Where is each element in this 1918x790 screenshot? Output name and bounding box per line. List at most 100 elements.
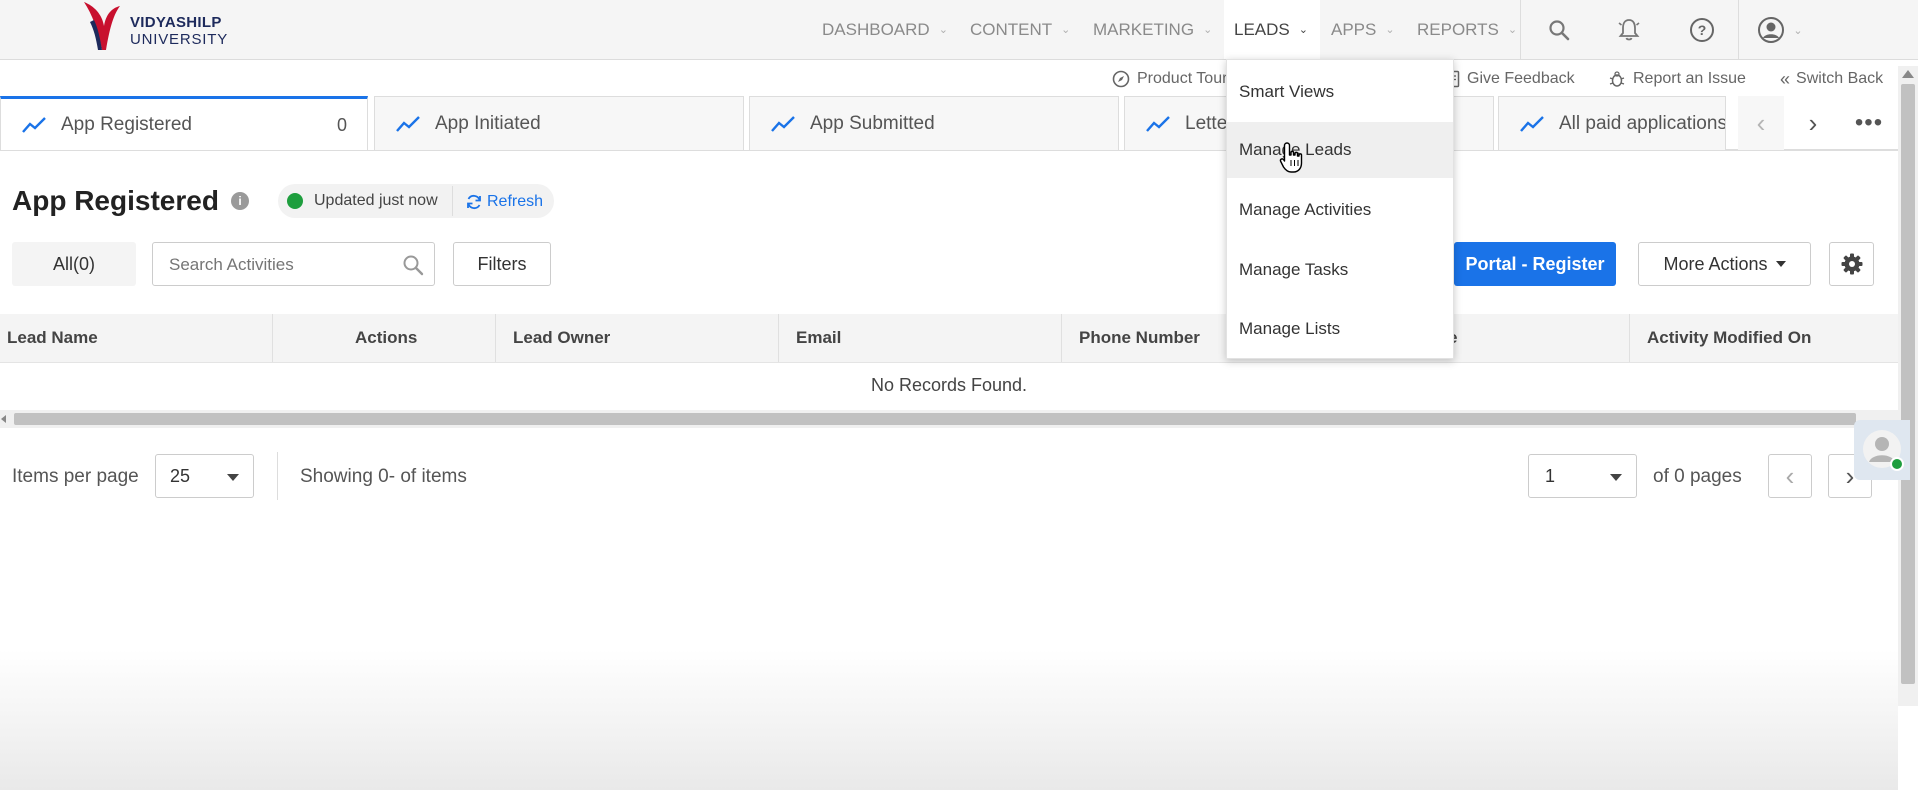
column-header-email[interactable]: Email: [796, 314, 841, 362]
notifications-button[interactable]: [1609, 10, 1649, 50]
page-select[interactable]: 1: [1528, 454, 1637, 498]
nav-content-label: CONTENT: [970, 19, 1053, 39]
tab-all-paid-applications[interactable]: All paid applications: [1498, 96, 1726, 150]
column-header-activity-modified-on[interactable]: Activity Modified On: [1647, 314, 1811, 362]
chat-agent-widget[interactable]: [1854, 420, 1910, 480]
tab-label: App Initiated: [435, 112, 541, 134]
switch-back-label: Switch Back: [1796, 70, 1884, 87]
info-icon[interactable]: i: [231, 192, 249, 210]
brand-line-1: VIDYASHILP: [130, 14, 222, 31]
bug-icon: [1609, 71, 1625, 87]
nav-marketing-label: MARKETING: [1093, 19, 1195, 39]
help-button[interactable]: ?: [1682, 10, 1722, 50]
help-icon: ?: [1690, 18, 1714, 42]
column-separator: [778, 314, 779, 362]
chevron-right-icon: ›: [1808, 107, 1818, 138]
filters-button[interactable]: Filters: [453, 242, 551, 286]
page-scrollbar[interactable]: [1898, 66, 1918, 706]
more-actions-label: More Actions: [1663, 253, 1768, 274]
status-text: Updated just now: [314, 192, 438, 209]
nav-apps[interactable]: APPS ⌄: [1331, 0, 1395, 59]
tab-app-registered[interactable]: App Registered 0: [0, 96, 368, 150]
menu-item-manage-tasks[interactable]: Manage Tasks: [1227, 242, 1453, 298]
tab-label: App Submitted: [810, 112, 935, 134]
all-filter-button[interactable]: All(0): [12, 242, 136, 286]
nav-divider: [1520, 0, 1521, 59]
give-feedback-link[interactable]: Give Feedback: [1446, 66, 1575, 92]
portal-register-button[interactable]: Portal - Register: [1454, 242, 1616, 286]
page-select-value: 1: [1545, 465, 1556, 486]
tab-label: All paid applications: [1559, 112, 1726, 134]
menu-item-smart-views[interactable]: Smart Views: [1227, 64, 1453, 120]
scrollbar-thumb[interactable]: [14, 413, 1856, 425]
column-header-lead-owner[interactable]: Lead Owner: [513, 314, 610, 362]
nav-content[interactable]: CONTENT ⌄: [970, 0, 1070, 59]
page-count-text: of 0 pages: [1653, 466, 1742, 487]
column-header-lead-name[interactable]: Lead Name: [7, 314, 98, 362]
report-issue-link[interactable]: Report an Issue: [1608, 66, 1746, 92]
trend-line-icon: [22, 116, 46, 133]
pagination-divider: [277, 452, 278, 500]
column-header-actions[interactable]: Actions: [355, 314, 417, 362]
scroll-left-icon: [1, 415, 6, 423]
nav-apps-label: APPS: [1331, 19, 1377, 39]
chevron-down-icon: ⌄: [1507, 24, 1518, 36]
tab-app-submitted[interactable]: App Submitted: [749, 96, 1119, 150]
search-button[interactable]: [1539, 10, 1579, 50]
tab-bar-bottom-border: [0, 150, 1898, 151]
items-per-page-select[interactable]: 25: [155, 454, 254, 498]
nav-reports[interactable]: REPORTS ⌄: [1417, 0, 1517, 59]
column-separator: [1629, 314, 1630, 362]
hand-cursor-icon: [1279, 142, 1303, 173]
menu-item-manage-activities[interactable]: Manage Activities: [1227, 182, 1453, 238]
trend-line-icon: [1520, 115, 1544, 132]
tab-prev-button[interactable]: ‹: [1738, 96, 1784, 150]
trend-line-icon: [396, 115, 420, 132]
column-separator: [495, 314, 496, 362]
nav-dashboard[interactable]: DASHBOARD ⌄: [822, 0, 948, 59]
column-header-phone-number[interactable]: Phone Number: [1079, 314, 1200, 362]
column-separator: [272, 314, 273, 362]
user-avatar-icon: [1758, 17, 1785, 43]
switch-back-link[interactable]: « Switch Back: [1780, 66, 1883, 92]
refresh-button[interactable]: Refresh: [465, 190, 543, 214]
product-tour-link[interactable]: Product Tour: [1112, 66, 1227, 92]
caret-down-icon: [1775, 261, 1786, 267]
leads-dropdown-menu: Smart Views Manage Leads Manage Activiti…: [1226, 59, 1454, 359]
nav-leads[interactable]: LEADS ⌄: [1224, 0, 1320, 59]
more-actions-button[interactable]: More Actions: [1638, 242, 1811, 286]
table-header: Lead Name Actions Lead Owner Email Phone…: [0, 314, 1898, 363]
caret-down-icon: [1610, 474, 1622, 481]
tab-app-initiated[interactable]: App Initiated: [374, 96, 744, 150]
menu-item-manage-lists[interactable]: Manage Lists: [1227, 301, 1453, 357]
items-per-page-value: 25: [170, 465, 191, 486]
product-tour-label: Product Tour: [1137, 70, 1228, 87]
tab-next-button[interactable]: ›: [1790, 96, 1836, 150]
nav-marketing[interactable]: MARKETING ⌄: [1093, 0, 1212, 59]
tab-more-button[interactable]: •••: [1846, 96, 1892, 150]
status-dot: [287, 193, 303, 209]
user-menu-button[interactable]: ⌄: [1750, 10, 1810, 50]
table-horizontal-scrollbar[interactable]: [0, 410, 1898, 428]
svg-text:?: ?: [1698, 22, 1707, 38]
tab-count: 0: [336, 115, 347, 135]
search-icon[interactable]: [401, 253, 425, 277]
bell-icon: [1618, 19, 1640, 41]
nav-reports-label: REPORTS: [1417, 19, 1499, 39]
gear-icon: [1841, 253, 1862, 275]
trend-line-icon: [1146, 115, 1170, 132]
more-horizontal-icon: •••: [1854, 109, 1884, 136]
chevron-left-icon: ‹: [1756, 107, 1766, 138]
status-divider: [452, 186, 453, 216]
brand-logo[interactable]: VIDYASHILP UNIVERSITY: [80, 0, 230, 56]
previous-page-button[interactable]: ‹: [1768, 454, 1812, 498]
menu-item-manage-leads[interactable]: Manage Leads: [1227, 122, 1453, 178]
double-chevron-left-icon: «: [1780, 68, 1791, 89]
chevron-down-icon: ⌄: [1298, 24, 1308, 36]
settings-button[interactable]: [1829, 242, 1874, 286]
scrollbar-thumb[interactable]: [1901, 84, 1915, 684]
column-separator: [1061, 314, 1062, 362]
search-box: [152, 242, 435, 286]
trend-line-icon: [771, 115, 795, 132]
search-input[interactable]: [167, 251, 391, 279]
